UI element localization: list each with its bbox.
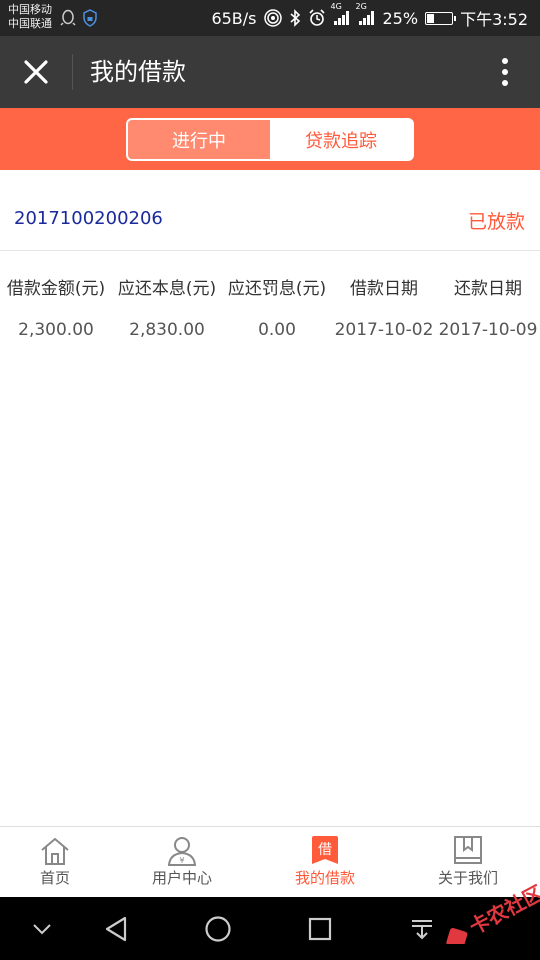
app-titlebar: 我的借款 <box>0 36 540 108</box>
column-header-amount: 借款金额(元) <box>6 279 106 299</box>
back-triangle-icon <box>105 916 127 942</box>
back-button[interactable] <box>96 913 136 945</box>
more-vertical-icon <box>502 58 508 86</box>
alarm-icon <box>308 9 325 26</box>
signal-icon <box>358 11 374 25</box>
bluetooth-icon <box>289 9 300 27</box>
notification-icons <box>60 9 98 27</box>
nav-my-loans-label: 我的借款 <box>294 869 355 887</box>
tab-in-progress[interactable]: 进行中 <box>128 120 270 159</box>
cell-amount: 2,300.00 <box>18 320 94 340</box>
recent-apps-button[interactable] <box>300 913 340 945</box>
cell-principal-interest: 2,830.00 <box>129 320 205 340</box>
loan-status-badge: 已放款 <box>467 211 525 233</box>
qq-icon <box>60 9 76 26</box>
title-divider <box>72 54 73 90</box>
pull-down-icon <box>412 920 432 940</box>
signal-1: 4G <box>331 2 351 26</box>
tab-loan-tracking[interactable]: 贷款追踪 <box>270 120 412 159</box>
cell-loan-date: 2017-10-02 <box>334 320 434 340</box>
watermark-logo: 卡农社区 <box>436 874 540 949</box>
battery-icon <box>425 11 457 25</box>
recent-square-icon <box>308 917 332 941</box>
svg-text:¥: ¥ <box>179 856 184 865</box>
status-right: 65B/s 4G 2G 25% 下午3:52 <box>211 0 528 36</box>
watermark-text: 卡农社区 <box>465 881 540 940</box>
network-speed: 65B/s <box>211 8 257 28</box>
clock: 下午3:52 <box>460 10 528 29</box>
battery-fill <box>427 13 434 23</box>
nav-user-center-label: 用户中心 <box>151 869 212 887</box>
user-icon: ¥ <box>167 837 197 866</box>
close-button[interactable] <box>16 52 56 92</box>
home-circle-icon <box>205 916 231 942</box>
hotspot-icon <box>263 9 282 27</box>
column-header-repay-date: 还款日期 <box>454 279 522 299</box>
hide-nav-button[interactable] <box>22 913 62 945</box>
more-options-button[interactable] <box>490 52 520 92</box>
network-type-1: 4G <box>330 2 342 11</box>
book-icon <box>454 836 482 864</box>
nav-home[interactable]: 首页 <box>20 827 90 898</box>
battery-percent: 25% <box>382 8 419 28</box>
column-header-loan-date: 借款日期 <box>350 279 418 299</box>
chevron-down-icon <box>33 924 51 935</box>
column-header-principal-interest: 应还本息(元) <box>117 279 217 299</box>
loan-id: 2017100200206 <box>14 208 163 229</box>
signal-2: 2G <box>356 2 376 26</box>
loan-table-header: 借款金额(元) 应还本息(元) 应还罚息(元) 借款日期 还款日期 <box>0 274 540 304</box>
network-type-2: 2G <box>355 2 367 11</box>
home-icon <box>41 837 69 865</box>
cell-repay-date: 2017-10-09 <box>438 320 538 340</box>
column-header-penalty: 应还罚息(元) <box>227 279 327 299</box>
table-row: 2,300.00 2,830.00 0.00 2017-10-02 2017-1… <box>0 320 540 350</box>
nav-user-center[interactable]: ¥ 用户中心 <box>142 827 222 898</box>
loan-header[interactable]: 2017100200206 已放款 <box>0 170 540 251</box>
carrier-names: 中国移动 中国联通 <box>8 3 52 31</box>
lock-shield-icon <box>83 9 97 27</box>
nav-my-loans[interactable]: 借 我的借款 <box>285 827 365 898</box>
cell-penalty: 0.00 <box>258 320 296 340</box>
home-button[interactable] <box>198 913 238 945</box>
carrier-1: 中国移动 <box>8 3 52 16</box>
tab-bar: 进行中 贷款追踪 <box>0 108 540 170</box>
close-icon <box>24 60 48 84</box>
borrow-icon-glyph: 借 <box>318 842 332 858</box>
nav-home-label: 首页 <box>39 869 70 887</box>
carrier-2: 中国联通 <box>8 17 52 30</box>
kanong-logo-icon: 卡农社区 <box>446 881 540 949</box>
signal-icon <box>333 11 349 25</box>
segmented-control: 进行中 贷款追踪 <box>126 118 414 161</box>
status-bar: 中国移动 中国联通 65B/s 4G 2G 25% 下午3:52 <box>0 0 540 36</box>
page-title: 我的借款 <box>90 58 186 86</box>
